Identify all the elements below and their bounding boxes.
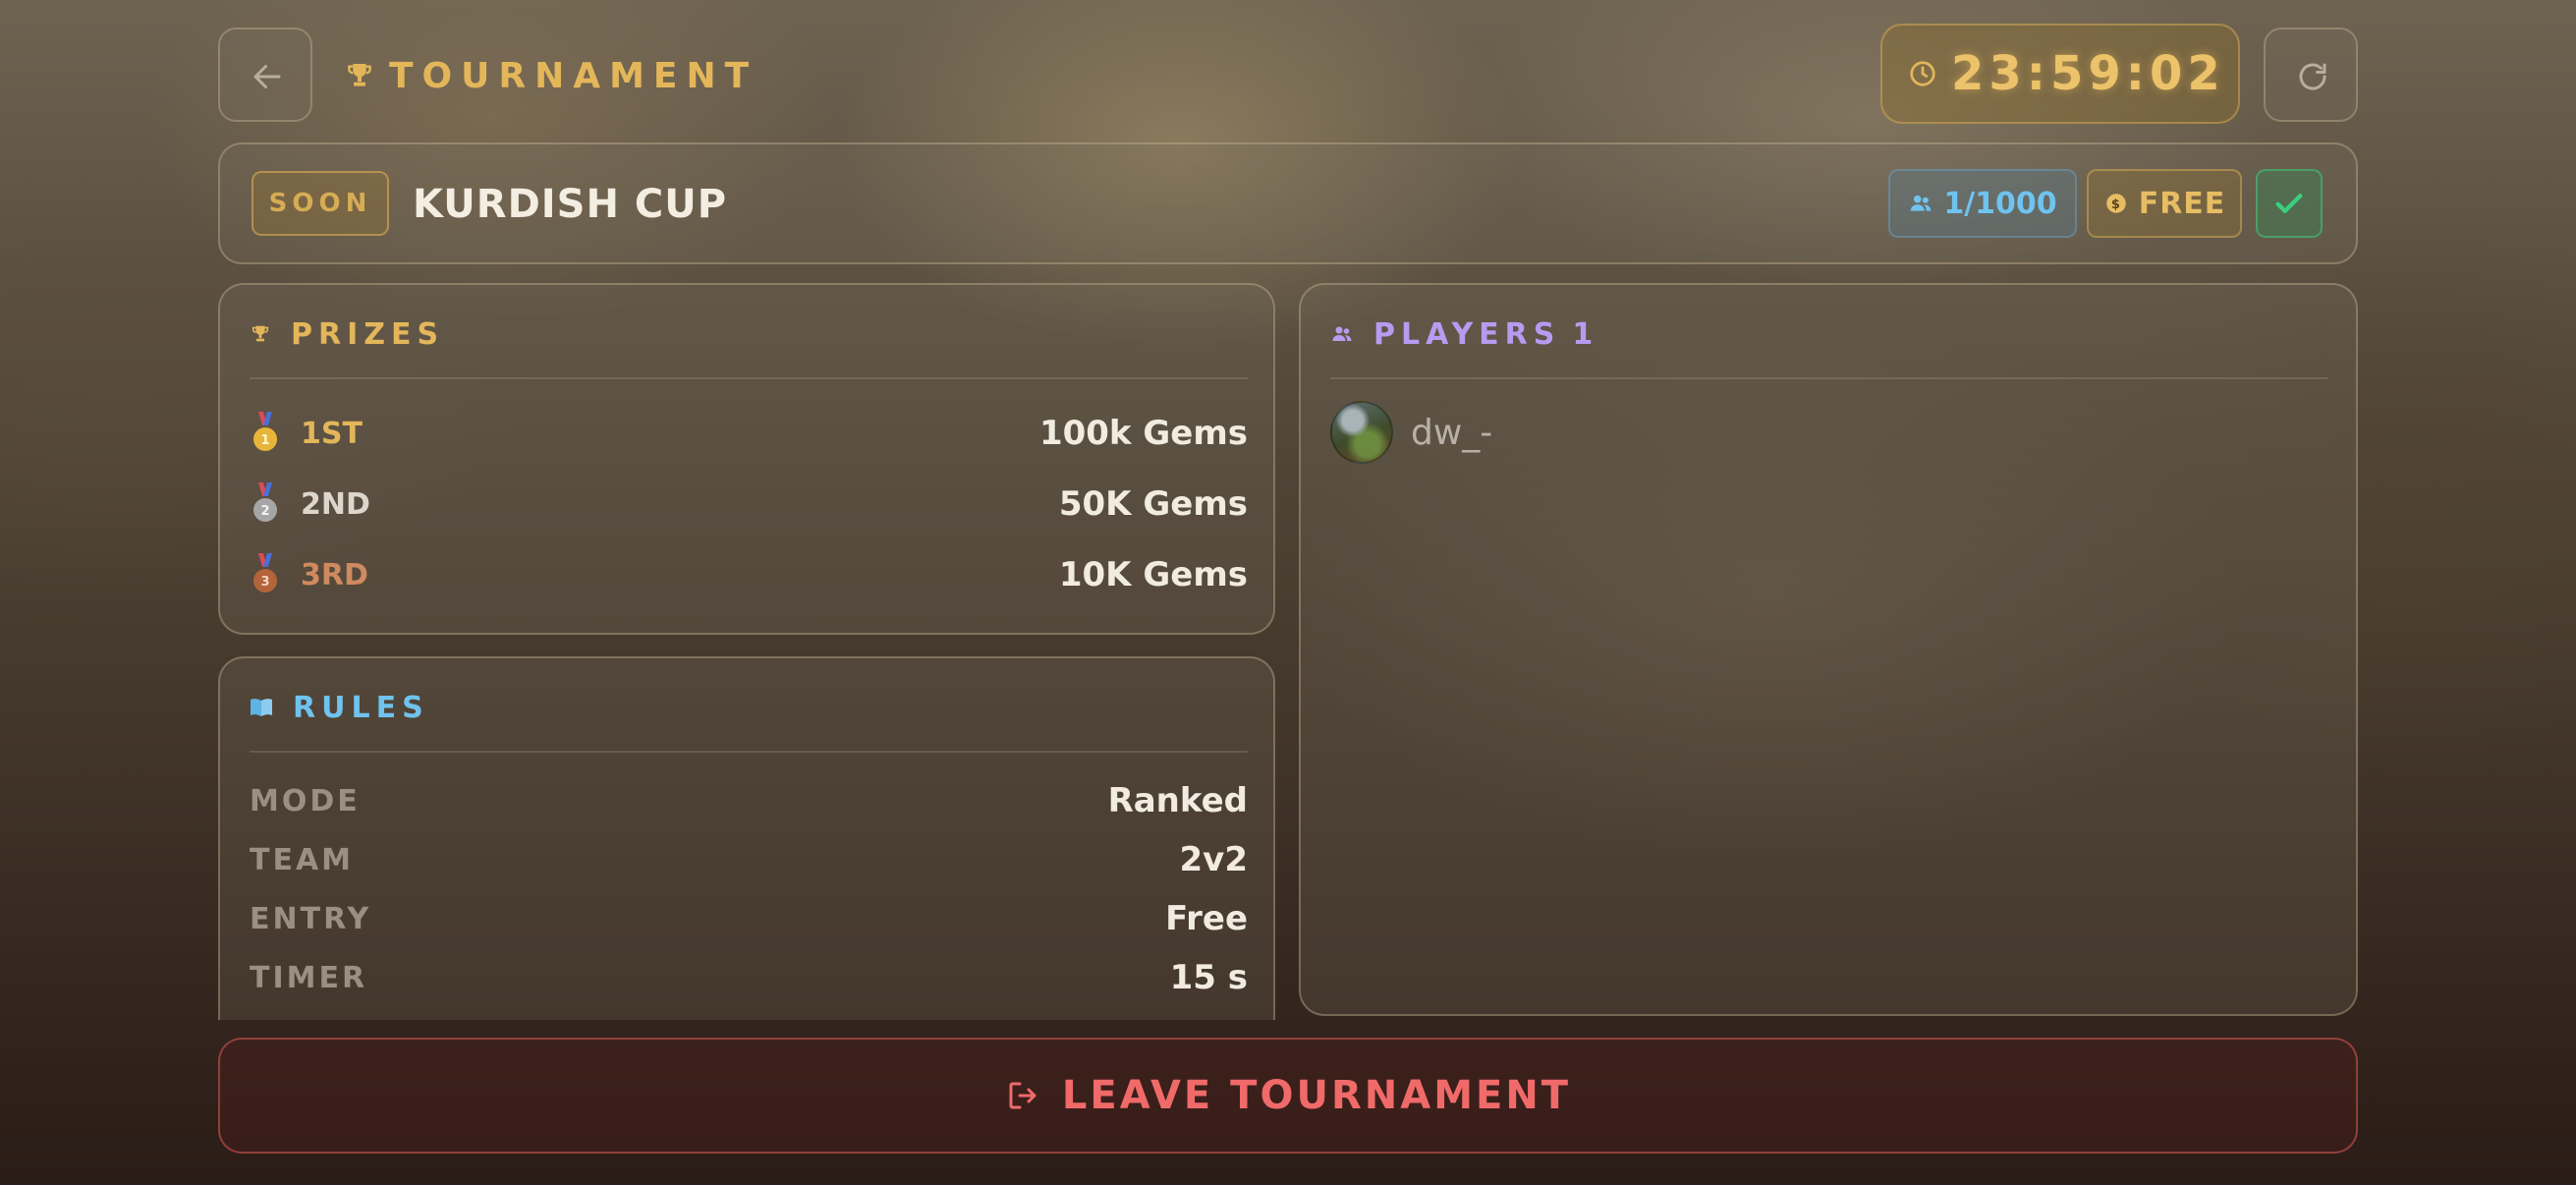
arrow-left-icon (253, 65, 281, 88)
svg-text:1: 1 (260, 433, 269, 448)
users-icon (1911, 195, 1932, 211)
users-icon (1332, 326, 1352, 341)
prize-place: 3RD (301, 557, 368, 592)
rule-value: Free (1165, 899, 1248, 938)
player-list-item[interactable]: dw_- (1330, 401, 1492, 464)
countdown-timer: 23:59:02 (1880, 24, 2240, 124)
trophy-icon (252, 325, 269, 342)
refresh-icon (2299, 63, 2326, 90)
rule-value: 15 s (1169, 958, 1248, 997)
players-panel: PLAYERS 1 dw_- (1299, 283, 2358, 1016)
rule-row-team: TEAM 2v2 (250, 837, 1248, 882)
prize-place: 1ST (301, 416, 363, 451)
rule-row-entry: ENTRY Free (250, 896, 1248, 941)
entry-fee-value: FREE (2138, 186, 2226, 221)
prize-row-1st: 1 1ST 100k Gems (250, 409, 1248, 458)
page-title-group: TOURNAMENT (344, 51, 757, 100)
check-icon (2275, 194, 2303, 213)
divider (250, 377, 1248, 379)
prize-place: 2ND (301, 486, 370, 522)
refresh-button[interactable] (2264, 28, 2358, 122)
prizes-panel: PRIZES 1 1ST 100k Gems 2 2ND 50K Gems 3 … (218, 283, 1275, 635)
rules-heading-label: RULES (293, 690, 429, 725)
entry-fee-badge: $ FREE (2087, 169, 2242, 238)
players-heading-label: PLAYERS (1373, 316, 1561, 352)
rule-key: TIMER (250, 960, 368, 995)
status-badge: SOON (252, 171, 389, 236)
capacity-badge: 1/1000 (1888, 169, 2077, 238)
page-title: TOURNAMENT (389, 55, 758, 96)
rule-value: 2v2 (1179, 840, 1248, 879)
gold-medal-icon: 1 (253, 412, 277, 451)
coin-icon: $ (2105, 194, 2126, 213)
rules-heading: RULES (250, 688, 429, 727)
clock-icon (1910, 61, 1935, 86)
players-count: 1 (1572, 316, 1599, 352)
rule-key: TEAM (250, 842, 355, 877)
leave-tournament-button[interactable]: LEAVE TOURNAMENT (218, 1038, 2358, 1154)
rule-row-mode: MODE Ranked (250, 778, 1248, 823)
svg-text:3: 3 (260, 575, 269, 590)
logout-icon (1009, 1082, 1036, 1109)
back-button[interactable] (218, 28, 312, 122)
prize-amount: 50K Gems (1058, 484, 1248, 524)
prize-amount: 100k Gems (1038, 414, 1248, 453)
svg-text:$: $ (2111, 198, 2121, 212)
leave-tournament-label: LEAVE TOURNAMENT (1061, 1073, 1572, 1118)
capacity-value: 1/1000 (1943, 186, 2057, 221)
countdown-time: 23:59:02 (1951, 46, 2225, 101)
prize-row-3rd: 3 3RD 10K Gems (250, 550, 1248, 599)
svg-text:2: 2 (260, 504, 269, 519)
divider (1330, 377, 2328, 379)
rules-panel: RULES MODE Ranked TEAM 2v2 ENTRY Free TI… (218, 656, 1275, 1020)
book-icon (251, 699, 272, 716)
avatar (1330, 401, 1393, 464)
prizes-heading: PRIZES (250, 314, 444, 354)
trophy-icon (348, 64, 371, 86)
rule-key: MODE (250, 783, 361, 818)
event-name: KURDISH CUP (413, 182, 728, 227)
player-name: dw_- (1411, 412, 1493, 453)
silver-medal-icon: 2 (253, 482, 277, 522)
players-heading: PLAYERS 1 (1330, 314, 1598, 354)
rule-key: ENTRY (250, 901, 372, 936)
bronze-medal-icon: 3 (253, 553, 277, 592)
rule-row-timer: TIMER 15 s (250, 955, 1248, 1000)
prizes-heading-label: PRIZES (291, 316, 445, 352)
prize-row-2nd: 2 2ND 50K Gems (250, 480, 1248, 529)
rule-value: Ranked (1107, 781, 1248, 820)
prize-amount: 10K Gems (1058, 555, 1248, 594)
joined-check-button[interactable] (2256, 169, 2323, 238)
divider (250, 751, 1248, 753)
